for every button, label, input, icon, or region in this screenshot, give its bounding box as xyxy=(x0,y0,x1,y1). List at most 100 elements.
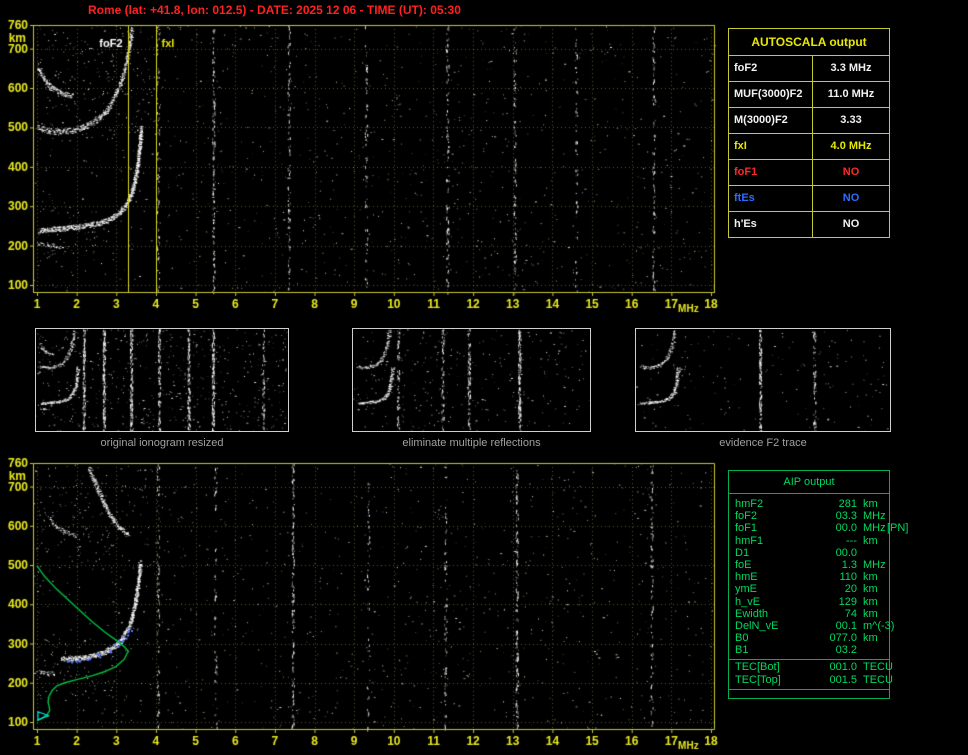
autoscala-row-fxi: fxI 4.0 MHz xyxy=(729,133,889,159)
aip-row-b0: B0 077.0 km xyxy=(729,632,889,644)
aip-param-value: --- xyxy=(846,534,857,547)
aip-param-label: B0 xyxy=(735,632,749,645)
aip-param-label: ymE xyxy=(735,583,757,596)
aip-row-tectop: TEC[Top] 001.5 TECU xyxy=(729,674,893,687)
aip-param-label: hmF1 xyxy=(735,534,764,547)
autoscala-row-m3000f2: M(3000)F2 3.33 xyxy=(729,107,889,133)
autoscala-param-label: h'Es xyxy=(729,212,813,237)
aip-row-ewidth: Ewidth 74 km xyxy=(729,608,889,620)
aip-param-unit: km xyxy=(863,498,878,510)
aip-row-hve: h_vE 129 km xyxy=(729,596,889,608)
aip-param-value: 077.0 xyxy=(829,632,857,645)
aip-param-value: 110 xyxy=(839,571,857,584)
aip-param-unit: MHz xyxy=(863,510,886,523)
aip-row-hmf1: hmF1 --- km xyxy=(729,535,889,547)
profile-ionogram-plot xyxy=(0,456,722,754)
aip-param-value: 00.0 xyxy=(835,546,857,559)
aip-param-unit: km xyxy=(863,595,878,608)
aip-row-delnve: DelN_vE 00.1 m^(-3) xyxy=(729,619,894,632)
aip-param-value: 03.3 xyxy=(835,510,857,523)
thumbnail-reflections-canvas xyxy=(352,328,591,432)
thumbnail-original-canvas xyxy=(35,328,289,432)
aip-param-label: hmE xyxy=(735,571,758,584)
aip-param-value: 00.1 xyxy=(835,619,857,632)
autoscala-row-fof1: foF1 NO xyxy=(729,159,889,185)
aip-row-yme: ymE 20 km xyxy=(729,583,889,595)
aip-row-hmf2: hmF2 281 km xyxy=(729,498,889,510)
aip-param-unit: TECU xyxy=(863,674,893,687)
aip-table-header: AIP output xyxy=(729,471,889,494)
autoscala-param-value: NO xyxy=(842,192,860,204)
aip-param-unit: MHz xyxy=(863,522,886,535)
thumbnail-caption: eliminate multiple reflections xyxy=(402,437,541,449)
thumbnail-f2-trace: evidence F2 trace xyxy=(635,328,891,449)
autoscala-param-label: M(3000)F2 xyxy=(729,108,813,133)
thumbnail-caption: original ionogram resized xyxy=(100,437,224,449)
aip-param-label: DelN_vE xyxy=(735,619,779,632)
autoscala-param-value: NO xyxy=(842,166,860,178)
aip-param-label: Ewidth xyxy=(735,607,769,620)
aip-row-fof1: foF1 00.0 MHz [PN] xyxy=(729,522,908,535)
station-date-title: Rome (lat: +41.8, lon: 012.5) - DATE: 20… xyxy=(88,3,461,17)
aip-param-label: TEC[Top] xyxy=(735,674,781,687)
aip-param-label: h_vE xyxy=(735,595,761,608)
autoscala-row-muf3000f2: MUF(3000)F2 11.0 MHz xyxy=(729,81,889,107)
aip-param-unit: m^(-3) xyxy=(863,619,895,632)
aip-param-unit: MHz xyxy=(863,558,886,571)
aip-param-value: 74 xyxy=(844,607,857,620)
aip-param-unit: TECU xyxy=(863,661,893,674)
thumbnail-f2-canvas xyxy=(635,328,891,432)
autoscala-param-label: foF2 xyxy=(729,56,813,81)
aip-param-label: foF2 xyxy=(735,510,758,523)
autoscala-row-ftes: ftEs NO xyxy=(729,185,889,211)
aip-row-hme: hmE 110 km xyxy=(729,571,889,583)
aip-row-b1: B1 03.2 xyxy=(729,644,889,656)
aip-param-value: 281 xyxy=(838,498,857,510)
autoscala-param-label: fxI xyxy=(729,134,813,159)
aip-param-value: 00.0 xyxy=(835,522,857,535)
autoscala-output-table: AUTOSCALA output foF2 3.3 MHz MUF(3000)F2 1… xyxy=(728,28,890,238)
aip-param-label: foE xyxy=(735,558,752,571)
aip-param-value: 1.3 xyxy=(841,558,857,571)
aip-output-table: AIP output hmF2 281 km foF2 03.3 MHz foF1 00.0 M… xyxy=(728,470,908,700)
aip-param-label: B1 xyxy=(735,644,749,657)
aip-param-unit: km xyxy=(863,571,878,584)
aip-param-value: 001.0 xyxy=(829,661,857,674)
aip-row-fof2: foF2 03.3 MHz xyxy=(729,510,889,522)
aip-table-rows: hmF2 281 km foF2 03.3 MHz foF1 00.0 MHz [PN] hmF1-… xyxy=(729,494,908,656)
autoscala-param-value: 11.0 MHz xyxy=(827,88,875,100)
autoscala-param-value: NO xyxy=(842,218,860,230)
aip-param-value: 03.2 xyxy=(835,644,857,657)
thumbnail-caption: evidence F2 trace xyxy=(719,437,807,449)
aip-param-value: 001.5 xyxy=(829,674,857,687)
autoscala-param-value: 3.33 xyxy=(840,114,862,126)
aip-tec-section: TEC[Bot] 001.0 TECU TEC[Top] 001.5 TECU xyxy=(729,659,893,691)
aip-param-label: hmF2 xyxy=(735,498,764,510)
autoscala-table-rows: foF2 3.3 MHz MUF(3000)F2 11.0 MHz M(3000)F2 3… xyxy=(729,55,889,237)
aip-param-unit: km xyxy=(863,632,878,645)
autoscala-param-value: 4.0 MHz xyxy=(830,140,872,152)
thumbnail-multiple-reflections: eliminate multiple reflections xyxy=(352,328,591,449)
aip-param-note: [PN] xyxy=(887,522,909,535)
aip-row-foe: foE 1.3 MHz xyxy=(729,559,889,571)
autoscala-param-value: 3.3 MHz xyxy=(830,62,872,74)
aip-row-tecbot: TEC[Bot] 001.0 TECU xyxy=(729,661,893,674)
autoscala-param-label: foF1 xyxy=(729,160,813,185)
autoscala-row-fof2: foF2 3.3 MHz xyxy=(729,55,889,81)
thumbnail-original-ionogram: original ionogram resized xyxy=(35,328,289,449)
autoscala-param-label: ftEs xyxy=(729,186,813,211)
aip-param-unit: km xyxy=(863,534,878,547)
autoscala-table-header: AUTOSCALA output xyxy=(751,35,867,49)
aip-param-unit: km xyxy=(863,583,878,596)
autoscala-screen: Rome (lat: +41.8, lon: 012.5) - DATE: 20… xyxy=(0,0,968,755)
autoscala-row-hes: h'Es NO xyxy=(729,211,889,237)
main-ionogram-plot xyxy=(0,18,722,318)
aip-row-d1: D1 00.0 xyxy=(729,547,889,559)
aip-param-value: 20 xyxy=(844,583,857,596)
aip-param-label: foF1 xyxy=(735,522,758,535)
aip-param-unit: km xyxy=(863,607,878,620)
aip-param-label: TEC[Bot] xyxy=(735,661,780,674)
autoscala-param-label: MUF(3000)F2 xyxy=(729,82,813,107)
aip-param-label: D1 xyxy=(735,546,750,559)
aip-param-value: 129 xyxy=(838,595,857,608)
